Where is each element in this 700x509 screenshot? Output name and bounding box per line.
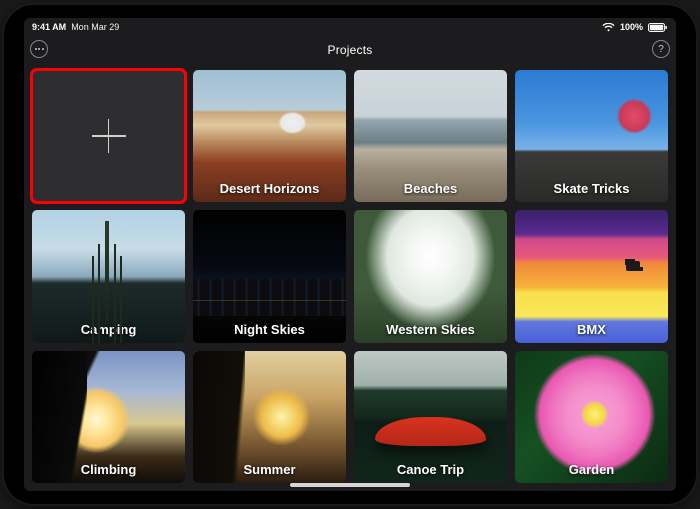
wifi-icon bbox=[602, 23, 615, 32]
battery-percent: 100% bbox=[620, 22, 643, 32]
tablet-frame: 9:41 AM Mon Mar 29 100% Projects ? bbox=[4, 5, 696, 504]
project-label: BMX bbox=[515, 322, 668, 337]
ellipsis-icon bbox=[35, 48, 44, 50]
screen: 9:41 AM Mon Mar 29 100% Projects ? bbox=[24, 18, 676, 491]
project-tile[interactable]: Garden bbox=[515, 351, 668, 483]
project-tile[interactable]: Camping bbox=[32, 210, 185, 342]
project-label: Canoe Trip bbox=[354, 462, 507, 477]
project-label: Garden bbox=[515, 462, 668, 477]
project-tile[interactable]: Skate Tricks bbox=[515, 70, 668, 202]
more-options-button[interactable] bbox=[30, 40, 48, 58]
projects-grid: Desert Horizons Beaches Skate Tricks Cam… bbox=[24, 64, 676, 491]
project-tile[interactable]: Canoe Trip bbox=[354, 351, 507, 483]
project-tile[interactable]: Desert Horizons bbox=[193, 70, 346, 202]
project-tile[interactable]: Climbing bbox=[32, 351, 185, 483]
project-tile[interactable]: BMX bbox=[515, 210, 668, 342]
project-label: Western Skies bbox=[354, 322, 507, 337]
project-label: Summer bbox=[193, 462, 346, 477]
new-project-tile[interactable] bbox=[32, 70, 185, 202]
project-tile[interactable]: Night Skies bbox=[193, 210, 346, 342]
project-tile[interactable]: Beaches bbox=[354, 70, 507, 202]
project-label: Camping bbox=[32, 322, 185, 337]
project-label: Beaches bbox=[354, 181, 507, 196]
page-title: Projects bbox=[328, 43, 373, 57]
project-tile[interactable]: Summer bbox=[193, 351, 346, 483]
status-time: 9:41 AM bbox=[32, 22, 66, 32]
status-date: Mon Mar 29 bbox=[71, 22, 119, 32]
status-bar: 9:41 AM Mon Mar 29 100% bbox=[24, 18, 676, 36]
project-tile[interactable]: Western Skies bbox=[354, 210, 507, 342]
question-icon: ? bbox=[658, 44, 664, 55]
status-left: 9:41 AM Mon Mar 29 bbox=[32, 22, 119, 32]
nav-bar: Projects ? bbox=[24, 36, 676, 64]
project-label: Desert Horizons bbox=[193, 181, 346, 196]
help-button[interactable]: ? bbox=[652, 40, 670, 58]
home-indicator[interactable] bbox=[290, 483, 410, 487]
battery-icon bbox=[648, 23, 668, 32]
project-label: Climbing bbox=[32, 462, 185, 477]
project-label: Skate Tricks bbox=[515, 181, 668, 196]
status-right: 100% bbox=[602, 22, 668, 32]
project-label: Night Skies bbox=[193, 322, 346, 337]
